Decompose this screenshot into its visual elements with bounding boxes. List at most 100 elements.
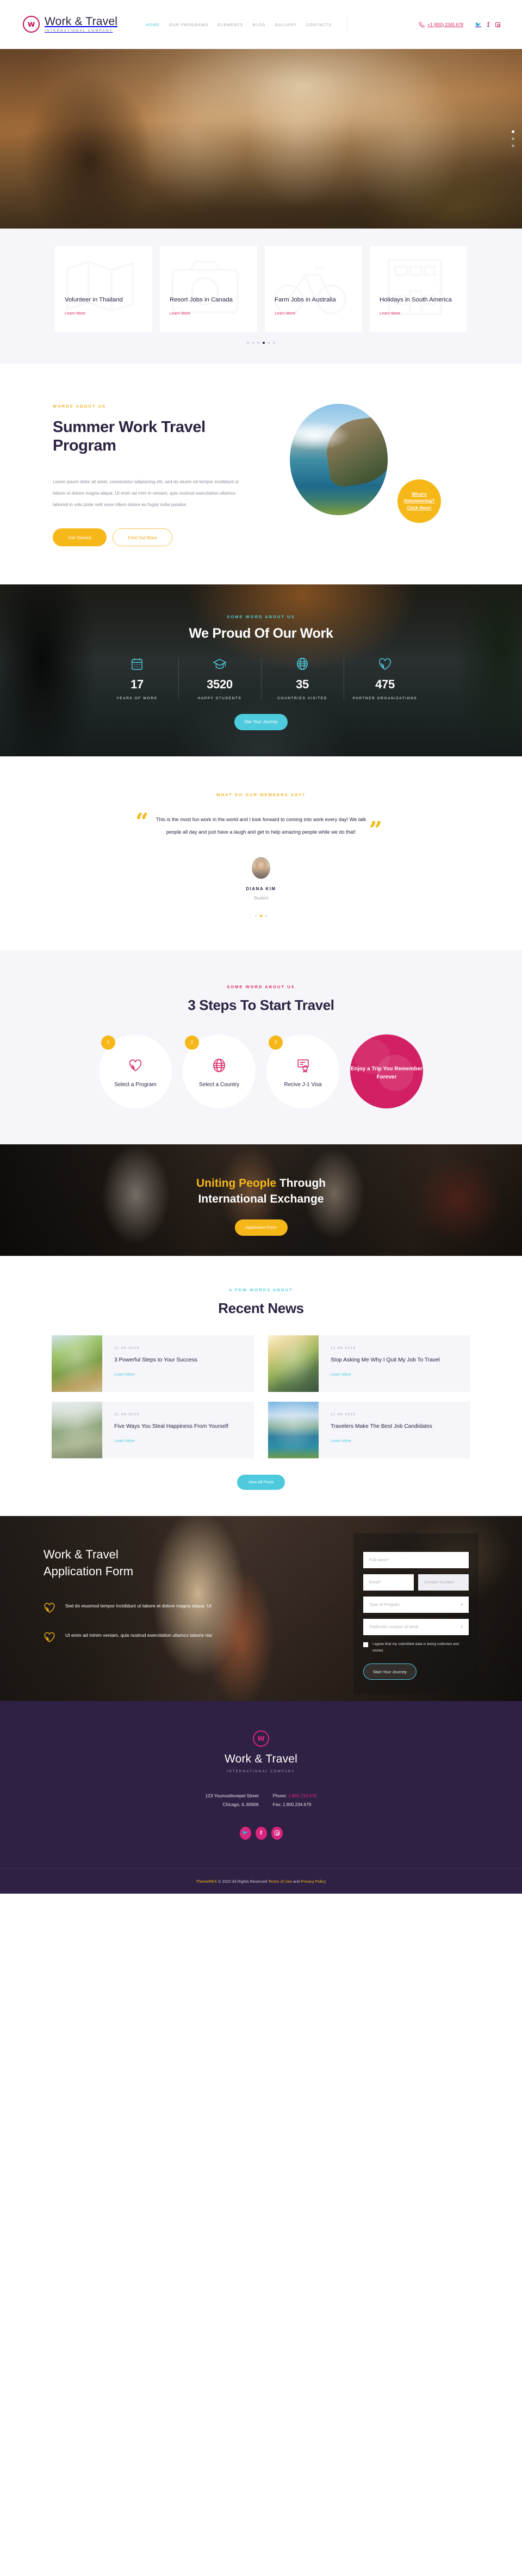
stat-value: 3520 xyxy=(207,677,233,692)
news-post-date: 11.08.2015 xyxy=(331,1346,356,1350)
chevron-down-icon: ▾ xyxy=(461,1603,463,1607)
program-card[interactable]: Holidays in South America Learn More xyxy=(370,246,467,332)
programs-dot-4[interactable] xyxy=(263,342,265,344)
programs-carousel-dots[interactable] xyxy=(0,342,522,344)
nav-item-contacts[interactable]: CONTACTS xyxy=(306,22,332,27)
news-post-date: 11.08.2015 xyxy=(331,1412,356,1416)
testimonial-section: WHAT DO OUR MEMBERS SAY? “ This is the m… xyxy=(0,756,522,951)
instagram-icon[interactable] xyxy=(271,1826,283,1840)
news-section: A FEW WORDS ABOUT Recent News 11.08.2015… xyxy=(0,1255,522,1516)
privacy-policy-link[interactable]: Privacy Policy xyxy=(301,1879,326,1884)
programs-dot-2[interactable] xyxy=(252,342,254,344)
testimonial-dot-2[interactable] xyxy=(260,915,262,917)
programs-dot-1[interactable] xyxy=(247,342,249,344)
uniting-title: Uniting People Through International Exc… xyxy=(0,1176,522,1207)
nav-item-blog[interactable]: BLOG xyxy=(252,22,265,27)
get-started-button[interactable]: Get Started xyxy=(53,528,107,547)
news-post-title: Travelers Make The Best Job Candidates xyxy=(331,1423,432,1429)
program-card-link[interactable]: Learn More xyxy=(170,311,247,316)
nav-item-gallery[interactable]: GALLERY xyxy=(275,22,296,27)
star-your-journey-button[interactable]: Star Your Journey xyxy=(234,713,288,730)
agree-checkbox[interactable] xyxy=(363,1642,368,1647)
testimonial-dot-3[interactable] xyxy=(265,915,268,917)
hero-dot-2[interactable] xyxy=(512,137,514,140)
step-item[interactable]: 1 Select a Program xyxy=(99,1034,172,1108)
nav-item-elements[interactable]: ELEMENTS xyxy=(217,22,243,27)
news-post-link[interactable]: Learn More xyxy=(331,1438,351,1443)
site-footer: Work & Travel INTERNATIONAL COMPANY 123 … xyxy=(0,1700,522,1894)
logo-w-icon xyxy=(23,16,40,33)
step-item[interactable]: 2 Select a Country xyxy=(183,1034,256,1108)
application-form-button[interactable]: Application Form xyxy=(234,1219,288,1236)
program-type-value: Type of Program xyxy=(369,1602,400,1607)
step-final-title: Enjoy a Trip You Remember Forever xyxy=(351,1065,422,1080)
news-post-title: Five Ways You Steal Happiness From Yours… xyxy=(114,1423,228,1429)
program-card-link[interactable]: Learn More xyxy=(380,311,457,316)
testimonial-dot-1[interactable] xyxy=(254,915,257,917)
program-card-link[interactable]: Learn More xyxy=(65,311,142,316)
hero-slider-dots[interactable] xyxy=(512,130,514,147)
testimonial-role: Student xyxy=(253,896,269,901)
testimonial-quote: This is the most fun work in the world a… xyxy=(156,817,366,835)
quote-close-icon: ” xyxy=(369,817,382,844)
news-post-link[interactable]: Learn More xyxy=(331,1372,351,1377)
news-post[interactable]: 11.08.2015 Five Ways You Steal Happiness… xyxy=(52,1401,254,1458)
news-post-link[interactable]: Learn More xyxy=(114,1372,135,1377)
news-post-link[interactable]: Learn More xyxy=(114,1438,135,1443)
application-feature: Sed do eiusmod tempor incididunt ut labo… xyxy=(44,1601,261,1616)
site-logo[interactable]: Work & Travel INTERNATIONAL COMPANY xyxy=(23,16,117,33)
programs-dot-6[interactable] xyxy=(273,342,275,344)
stats-title: We Proud Of Our Work xyxy=(189,626,333,642)
facebook-icon[interactable]: f xyxy=(255,1826,267,1840)
start-your-journey-button[interactable]: Start Your Journey xyxy=(363,1663,417,1680)
contact-number-field[interactable]: Contact Number xyxy=(418,1574,469,1591)
location-select[interactable]: Preferred Location of Work ▾ xyxy=(363,1618,469,1635)
twitter-icon[interactable]: 🐦 xyxy=(475,22,481,27)
instagram-icon[interactable] xyxy=(495,22,500,27)
about-media-column: What's Volunteering? Click Here! xyxy=(281,403,461,523)
hero-dot-1[interactable] xyxy=(512,130,514,133)
program-card-link[interactable]: Learn More xyxy=(275,311,352,316)
facebook-icon[interactable]: f xyxy=(487,22,489,27)
page: Work & Travel INTERNATIONAL COMPANY HOME… xyxy=(0,0,522,1894)
news-post[interactable]: 11.08.2015 Travelers Make The Best Job C… xyxy=(268,1401,470,1458)
program-card[interactable]: Volunteer in Thailand Learn More xyxy=(55,246,152,332)
news-post[interactable]: 11.08.2015 3 Powerful Steps to Your Succ… xyxy=(52,1335,254,1392)
fullname-field[interactable]: Full name* xyxy=(363,1551,469,1568)
email-field[interactable]: Email* xyxy=(363,1574,414,1591)
terms-of-use-link[interactable]: Terms of Use xyxy=(268,1879,292,1884)
header-phone[interactable]: +1 (800) 2345 678 xyxy=(419,22,463,28)
application-form-panel: Full name* Email* Contact Number Type of… xyxy=(353,1533,478,1694)
footer-copyright: ThemeREX © 2022 All Rights Reserved Term… xyxy=(0,1868,522,1894)
step-number: 3 xyxy=(269,1035,283,1050)
stat-label: HAPPY STUDENTS xyxy=(197,697,242,701)
quote-open-icon: “ xyxy=(135,808,149,835)
news-title: Recent News xyxy=(218,1299,304,1316)
stats-eyebrow: SOME WORD ABOUT US xyxy=(227,614,295,620)
step-item[interactable]: 3 Recive J-1 Visa xyxy=(266,1034,339,1108)
agree-row[interactable]: I agree that my submitted data is being … xyxy=(363,1641,469,1654)
step-number: 2 xyxy=(185,1035,199,1050)
volunteering-badge[interactable]: What's Volunteering? Click Here! xyxy=(397,479,441,523)
programs-dot-5[interactable] xyxy=(268,342,270,344)
twitter-icon[interactable]: 🐦 xyxy=(239,1826,251,1840)
programs-dot-3[interactable] xyxy=(257,342,259,344)
globe-icon xyxy=(264,656,340,672)
nav-item-home[interactable]: HOME xyxy=(146,22,160,27)
footer-phone-link[interactable]: 1.800.234.678 xyxy=(288,1794,316,1798)
program-card[interactable]: Resort Jobs in Canada Learn More xyxy=(160,246,257,332)
hero-dot-3[interactable] xyxy=(512,144,514,147)
testimonial-carousel-dots[interactable] xyxy=(0,915,522,917)
program-card[interactable]: Farm Jobs in Australia Learn More xyxy=(265,246,362,332)
nav-item-our-programs[interactable]: OUR PROGRAMS xyxy=(169,22,208,27)
program-type-select[interactable]: Type of Program ▾ xyxy=(363,1596,469,1613)
find-out-more-button[interactable]: Find Out More xyxy=(113,528,172,547)
news-post[interactable]: 11.08.2015 Stop Asking Me Why I Quit My … xyxy=(268,1335,470,1392)
footer-logo-w-icon xyxy=(253,1730,269,1747)
agree-label: I agree that my submitted data is being … xyxy=(372,1642,459,1653)
about-section: WORDS ABOUT US Summer Work Travel Progra… xyxy=(0,363,522,585)
program-card-title: Farm Jobs in Australia xyxy=(275,296,336,303)
view-all-posts-button[interactable]: View All Posts xyxy=(237,1474,285,1490)
stat-label: COUNTRIES VISITED xyxy=(277,697,327,701)
step-item-final[interactable]: Enjoy a Trip You Remember Forever xyxy=(350,1034,423,1108)
